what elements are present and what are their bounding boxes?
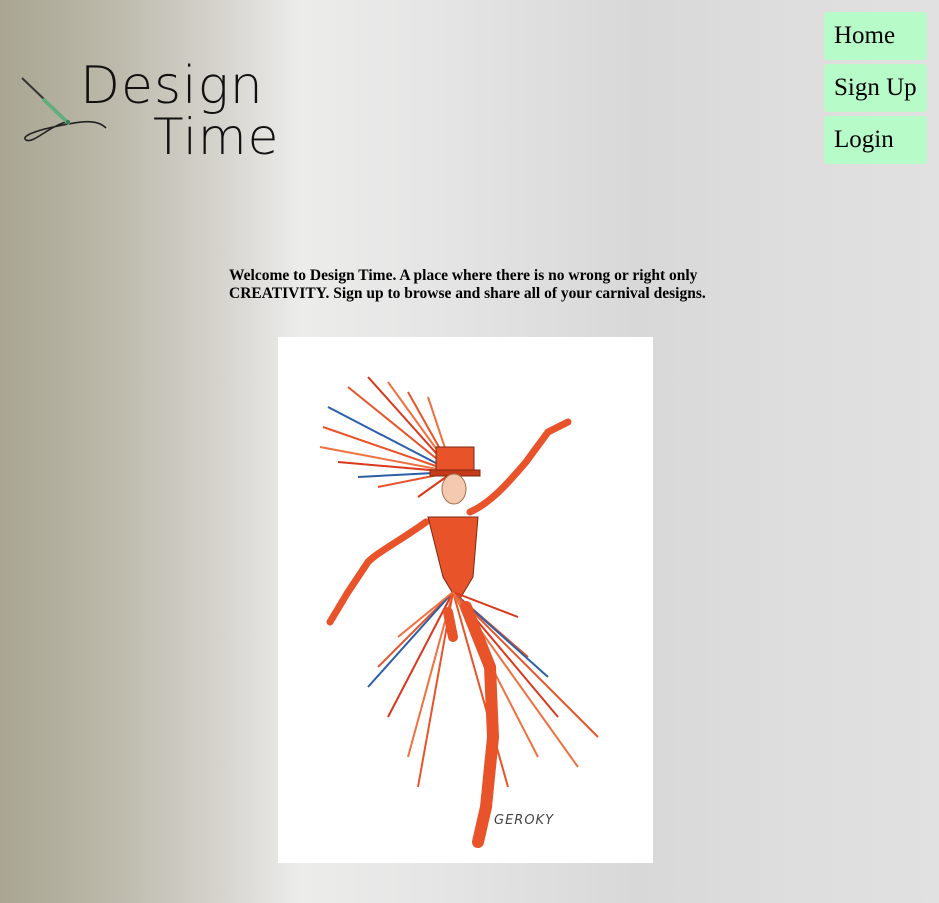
- carnival-costume-sketch: GEROKY: [278, 337, 653, 863]
- logo-text-time: Time: [153, 108, 280, 166]
- logo-text-design: Design: [80, 56, 264, 116]
- welcome-text: Welcome to Design Time. A place where th…: [229, 267, 706, 302]
- signup-button[interactable]: Sign Up: [824, 64, 927, 112]
- site-logo[interactable]: Design Time: [18, 60, 288, 170]
- login-button[interactable]: Login: [824, 116, 927, 164]
- main-nav: Home Sign Up Login: [824, 12, 927, 164]
- artist-signature: GEROKY: [494, 813, 555, 828]
- home-button[interactable]: Home: [824, 12, 927, 60]
- costume-illustration: [319, 376, 599, 848]
